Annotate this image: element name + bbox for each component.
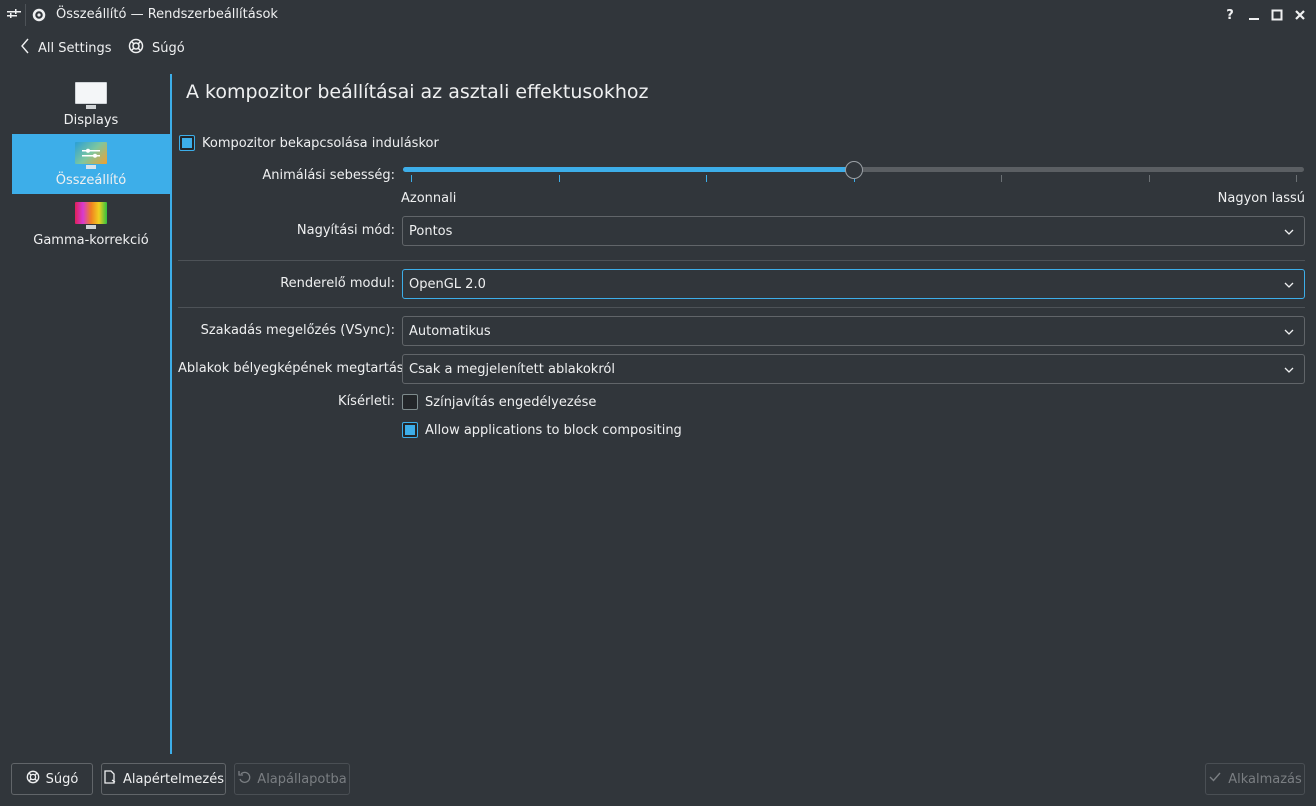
allow-block-checkbox[interactable] (402, 422, 418, 438)
undo-icon (237, 770, 251, 788)
app-icon (32, 8, 46, 26)
rendering-backend-value: OpenGL 2.0 (409, 276, 486, 292)
window-menu-icon[interactable] (6, 8, 22, 26)
reset-label: Alapállapotba (257, 771, 347, 787)
page-title: A kompozitor beállításai az asztali effe… (186, 81, 649, 103)
enable-compositor-label: Kompozitor bekapcsolása induláskor (202, 135, 439, 151)
sidebar-divider (170, 74, 172, 754)
footer-help-label: Súgó (45, 771, 79, 787)
vsync-value: Automatikus (409, 323, 491, 339)
slider-tick (1001, 175, 1002, 182)
chevron-down-icon (1284, 279, 1294, 289)
close-icon[interactable] (1291, 6, 1309, 24)
help-icon[interactable]: ? (1221, 6, 1239, 24)
lifebuoy-icon (128, 38, 144, 58)
sidebar-item-compositor[interactable]: Összeállító (12, 134, 170, 194)
compositor-icon (75, 134, 107, 169)
scale-method-label: Nagyítási mód: (296, 223, 395, 238)
window-title: Összeállító — Rendszerbeállítások (56, 7, 278, 22)
enable-compositor-checkbox[interactable] (179, 135, 195, 151)
rendering-backend-label: Renderelő modul: (280, 276, 395, 291)
sidebar-item-label: Gamma-korrekció (33, 233, 149, 248)
animation-speed-min-label: Azonnali (401, 191, 457, 206)
minimize-icon[interactable] (1245, 6, 1263, 24)
checkmark-icon (1208, 770, 1222, 788)
slider-tick (411, 175, 412, 182)
reset-button[interactable]: Alapállapotba (234, 763, 350, 795)
sidebar-item-gamma[interactable]: Gamma-korrekció (12, 194, 170, 254)
chevron-down-icon (1284, 326, 1294, 336)
thumbnails-value: Csak a megjelenített ablakokról (409, 361, 615, 377)
allow-block-option[interactable]: Allow applications to block compositing (402, 422, 682, 438)
animation-speed-max-label: Nagyon lassú (1217, 191, 1305, 206)
chevron-down-icon (1284, 226, 1294, 236)
scale-method-value: Pontos (409, 223, 453, 239)
title-bar-divider (25, 4, 26, 26)
all-settings-label: All Settings (38, 40, 112, 56)
slider-tick (706, 175, 707, 182)
defaults-button[interactable]: Alapértelmezés (101, 763, 226, 795)
help-label: Súgó (152, 40, 185, 56)
color-correction-label: Színjavítás engedélyezése (425, 394, 597, 410)
monitor-icon (75, 74, 107, 109)
maximize-icon[interactable] (1268, 6, 1286, 24)
rendering-backend-select[interactable]: OpenGL 2.0 (402, 269, 1305, 299)
vsync-label: Szakadás megelőzés (VSync): (200, 323, 395, 338)
animation-speed-label: Animálási sebesség: (262, 168, 395, 183)
allow-block-label: Allow applications to block compositing (425, 422, 682, 438)
sidebar-item-displays[interactable]: Displays (12, 74, 170, 134)
section-separator (178, 260, 1305, 261)
color-correction-checkbox[interactable] (402, 394, 418, 410)
thumbnails-label: Ablakok bélyegképének megtartása: (178, 361, 416, 376)
scale-method-select[interactable]: Pontos (402, 216, 1305, 246)
slider-tick (1148, 175, 1150, 182)
enable-compositor-option[interactable]: Kompozitor bekapcsolása induláskor (179, 135, 439, 151)
chevron-left-icon (20, 38, 30, 58)
experimental-label: Kísérleti: (338, 394, 395, 409)
gamma-monitor-icon (75, 194, 107, 229)
thumbnails-select[interactable]: Csak a megjelenített ablakokról (402, 354, 1305, 384)
color-correction-option[interactable]: Színjavítás engedélyezése (402, 394, 596, 410)
lifebuoy-icon (26, 770, 40, 788)
footer-help-button[interactable]: Súgó (11, 763, 93, 795)
slider-tick (1296, 175, 1297, 182)
chevron-down-icon (1284, 364, 1294, 374)
sidebar: Displays Összeállító Gamma-korrekció (12, 74, 170, 754)
animation-speed-handle[interactable] (844, 161, 863, 179)
document-defaults-icon (103, 770, 117, 788)
slider-tick (558, 175, 560, 182)
title-bar: Összeállító — Rendszerbeállítások ? (0, 0, 1316, 31)
sidebar-item-label: Displays (63, 113, 119, 128)
apply-button[interactable]: Alkalmazás (1205, 763, 1305, 795)
help-button[interactable]: Súgó (128, 38, 185, 58)
section-separator (178, 307, 1305, 308)
defaults-label: Alapértelmezés (122, 771, 225, 787)
all-settings-button[interactable]: All Settings (20, 38, 112, 58)
apply-label: Alkalmazás (1228, 771, 1302, 787)
animation-speed-fill (403, 167, 854, 172)
vsync-select[interactable]: Automatikus (402, 316, 1305, 346)
sidebar-item-label: Összeállító (55, 173, 127, 188)
